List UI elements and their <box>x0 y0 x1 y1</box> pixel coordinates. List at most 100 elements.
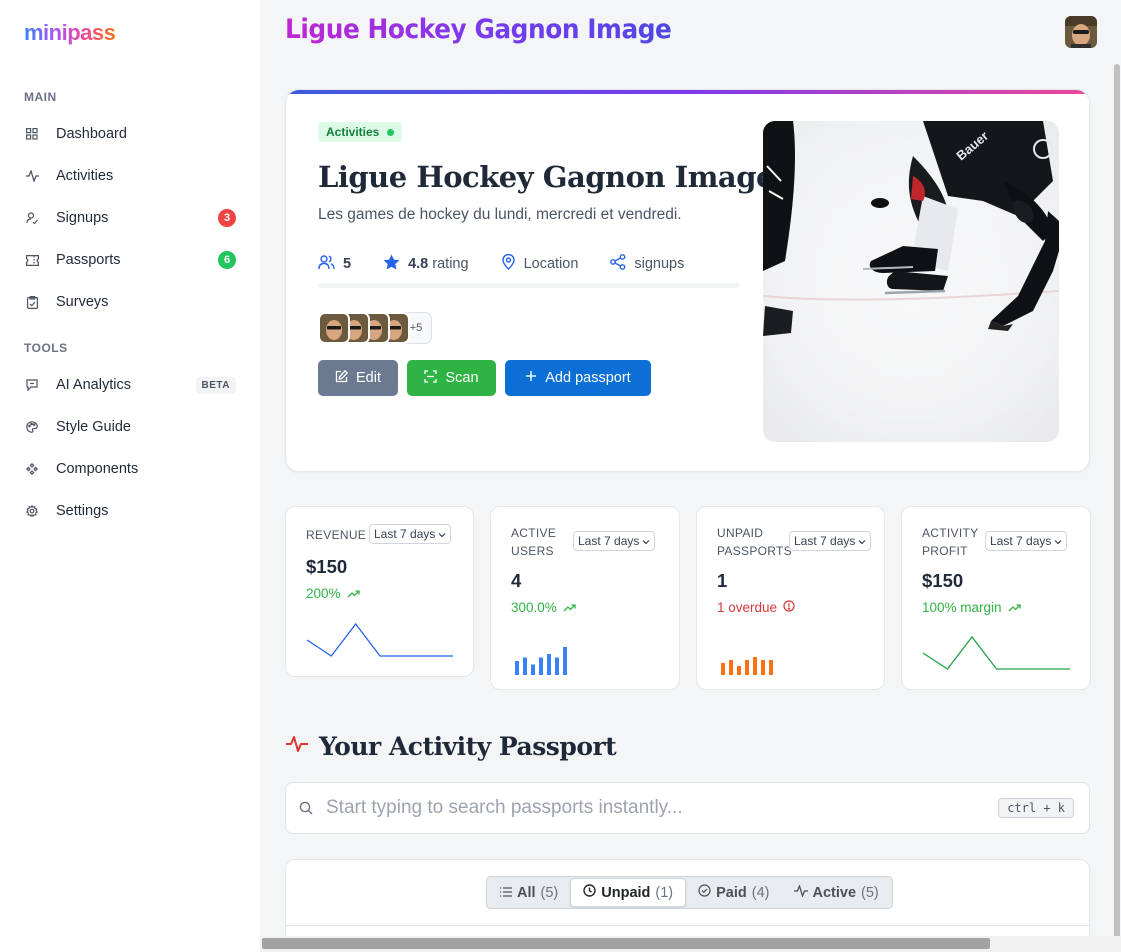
kpi-trend-text: 1 overdue <box>717 600 778 615</box>
sidebar-item-label: Signups <box>56 210 109 226</box>
sidebar-item-style-guide[interactable]: Style Guide <box>12 409 248 445</box>
period-select-value: Last 7 days <box>374 527 436 541</box>
sidebar-item-label: Passports <box>56 252 121 268</box>
active-users-card: ACTIVE USERS Last 7 days 4 300.0% <box>490 506 680 690</box>
kpi-trend: 100% margin <box>922 600 1021 615</box>
passport-section-heading: Your Activity Passport <box>285 732 617 761</box>
activity-type-label: Activities <box>326 125 380 139</box>
clock-icon <box>583 884 596 901</box>
list-icon <box>500 885 512 901</box>
spark-bar <box>761 660 765 675</box>
sidebar-item-settings[interactable]: Settings <box>12 493 248 529</box>
chevron-down-icon <box>858 534 866 548</box>
period-select[interactable]: Last 7 days <box>789 531 872 551</box>
passport-filter-tabs: All (5) Unpaid (1) Paid (4) Active (5) <box>486 876 893 909</box>
filter-tab-paid[interactable]: Paid (4) <box>686 878 781 907</box>
sidebar-item-label: Surveys <box>56 294 109 310</box>
sidebar-item-dashboard[interactable]: Dashboard <box>12 116 248 152</box>
kpi-value: $150 <box>922 570 964 591</box>
passport-section-title: Your Activity Passport <box>319 732 617 761</box>
add-passport-label: Add passport <box>545 370 631 386</box>
app-logo[interactable]: minipass <box>24 20 116 46</box>
activity-type-badge: Activities <box>318 122 403 142</box>
participant-avatar <box>318 312 350 344</box>
activity-icon <box>24 168 40 184</box>
spark-bar <box>769 660 773 675</box>
horizontal-scrollbar[interactable] <box>262 938 990 949</box>
sparkline-series <box>306 622 453 657</box>
spark-bar <box>721 663 725 675</box>
activity-profit-card: ACTIVITY PROFIT Last 7 days $150 100% ma… <box>901 506 1091 690</box>
unpaid-passports-bar-chart <box>721 657 773 675</box>
period-select[interactable]: Last 7 days <box>985 531 1068 551</box>
filter-tab-count: (5) <box>861 884 879 901</box>
user-avatar[interactable] <box>1065 16 1097 48</box>
scan-button[interactable]: Scan <box>407 360 496 396</box>
active-users-bar-chart <box>515 647 567 675</box>
kpi-value: 4 <box>511 570 522 591</box>
spark-bar <box>563 647 567 675</box>
kpi-trend: 1 overdue <box>717 600 795 615</box>
sidebar-item-label: Activities <box>56 168 114 184</box>
activity-title: Ligue Hockey Gagnon Image <box>318 160 774 194</box>
period-select-value: Last 7 days <box>990 534 1052 548</box>
period-select[interactable]: Last 7 days <box>573 531 656 551</box>
spark-bar <box>753 657 757 675</box>
activity-description: Les games de hockey du lundi, mercredi e… <box>318 206 682 223</box>
sparkline-series <box>922 635 1070 670</box>
revenue-card: REVENUE Last 7 days $150 200% <box>285 506 474 677</box>
unpaid-passports-card: UNPAID PASSPORTS Last 7 days 1 1 overdue <box>696 506 885 690</box>
kpi-label-line: UNPAID <box>717 526 764 540</box>
kpi-label-line: ACTIVITY <box>922 526 979 540</box>
star-icon <box>383 254 400 274</box>
location-label: Location <box>523 256 579 272</box>
filter-tab-all[interactable]: All (5) <box>488 878 570 907</box>
sidebar-item-ai-analytics[interactable]: AI Analytics BETA <box>12 367 248 403</box>
users-stat: 5 <box>318 254 351 274</box>
filter-tab-unpaid[interactable]: Unpaid (1) <box>570 878 687 907</box>
sidebar-item-activities[interactable]: Activities <box>12 158 248 194</box>
scan-icon <box>424 369 438 387</box>
kpi-label: REVENUE <box>306 528 367 542</box>
revenue-sparkline <box>306 622 453 657</box>
sidebar-item-passports[interactable]: Passports 6 <box>12 242 248 278</box>
kpi-trend: 300.0% <box>511 600 576 615</box>
edit-button[interactable]: Edit <box>318 360 398 396</box>
location-stat[interactable]: Location <box>501 253 579 274</box>
kpi-label: ACTIVITY PROFIT <box>922 524 978 560</box>
sidebar: minipass MAIN Dashboard Activities Signu… <box>0 0 260 952</box>
participant-avatars[interactable]: +5 <box>318 312 432 344</box>
passport-search: ctrl + k <box>285 782 1090 834</box>
filter-tab-label: Paid <box>716 884 747 901</box>
sidebar-item-signups[interactable]: Signups 3 <box>12 200 248 236</box>
chat-icon <box>24 377 40 393</box>
sidebar-item-label: Settings <box>56 503 109 519</box>
spark-bar <box>531 664 535 675</box>
kpi-trend: 200% <box>306 586 360 601</box>
heartbeat-icon <box>285 735 309 758</box>
panel-divider <box>286 925 1089 926</box>
signups-count-badge: 3 <box>218 209 236 227</box>
search-input[interactable] <box>326 783 986 833</box>
kpi-label-line: ACTIVE <box>511 526 557 540</box>
trend-up-icon <box>347 586 360 601</box>
chevron-down-icon <box>642 534 650 548</box>
status-dot-icon <box>387 128 395 136</box>
filter-tab-count: (4) <box>751 884 770 901</box>
spark-bar <box>547 654 551 675</box>
period-select[interactable]: Last 7 days <box>369 524 452 544</box>
activity-stats: 5 4.8 rating Location signups <box>318 253 716 274</box>
kpi-trend-text: 200% <box>306 586 341 601</box>
kpi-label: ACTIVE USERS <box>511 524 556 560</box>
signups-stat[interactable]: signups <box>610 254 684 274</box>
vertical-scrollbar[interactable] <box>1114 64 1120 940</box>
sidebar-item-label: Dashboard <box>56 126 127 142</box>
add-passport-button[interactable]: Add passport <box>505 360 651 396</box>
sidebar-item-surveys[interactable]: Surveys <box>12 284 248 320</box>
page-title: Ligue Hockey Gagnon Image <box>285 14 672 45</box>
keyboard-shortcut-hint: ctrl + k <box>998 798 1074 818</box>
sidebar-item-components[interactable]: Components <box>12 451 248 487</box>
chevron-down-icon <box>1054 534 1062 548</box>
kpi-value: 1 <box>717 570 728 591</box>
filter-tab-active[interactable]: Active (5) <box>782 878 891 907</box>
